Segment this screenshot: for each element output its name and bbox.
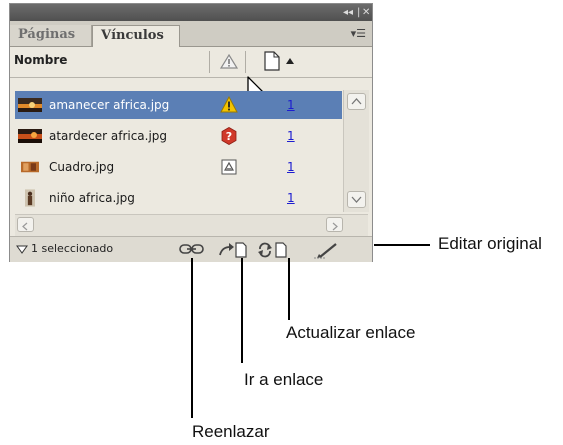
chevron-up-icon [351, 98, 362, 105]
column-header: Nombre [10, 47, 372, 78]
scroll-down-button[interactable] [347, 191, 366, 208]
callout-reenlazar: Reenlazar [192, 422, 270, 441]
link-filename: Cuadro.jpg [49, 160, 115, 174]
thumbnail-image [18, 129, 42, 143]
link-filename: niño africa.jpg [49, 191, 135, 205]
chevron-right-icon [332, 222, 338, 231]
horizontal-scrollbar[interactable] [15, 214, 368, 236]
link-filename: atardecer africa.jpg [49, 129, 168, 143]
relink-icon[interactable] [178, 241, 206, 257]
thumbnail-image [18, 98, 42, 112]
scroll-right-button[interactable] [326, 217, 343, 232]
tab-vinculos-label: Vínculos [101, 28, 164, 43]
warning-icon [220, 96, 238, 113]
sort-ascending-icon[interactable] [286, 58, 294, 64]
thumbnail-image [21, 161, 39, 173]
link-page-number[interactable]: 1 [287, 184, 295, 212]
links-panel: ◂◂ | ✕ Páginas Vínculos ▾☰ Nombre amanec… [9, 3, 373, 262]
callout-line [241, 258, 243, 363]
callout-ir-a-enlace: Ir a enlace [244, 370, 324, 389]
divider [245, 51, 246, 73]
chevron-down-icon [351, 196, 362, 203]
tab-bar: Páginas Vínculos ▾☰ [10, 21, 372, 47]
column-name-header[interactable]: Nombre [14, 53, 67, 67]
selection-count: 1 seleccionado [31, 242, 114, 255]
svg-text:?: ? [226, 130, 232, 143]
link-row[interactable]: Cuadro.jpg 1 [15, 153, 342, 181]
page-column-icon[interactable] [264, 51, 280, 71]
callout-line [374, 244, 430, 246]
callout-editar-original: Editar original [438, 234, 542, 253]
panel-menu-icon[interactable]: ▾☰ [351, 27, 366, 40]
status-column-icon[interactable] [220, 53, 238, 70]
callout-line [191, 258, 193, 418]
tab-paginas[interactable]: Páginas [10, 25, 92, 46]
callout-actualizar-enlace: Actualizar enlace [286, 323, 416, 342]
vertical-scrollbar[interactable] [343, 90, 369, 212]
link-page-number[interactable]: 1 [287, 122, 295, 150]
callout-line [288, 258, 290, 320]
thumbnail-image [25, 189, 35, 207]
link-page-number[interactable]: 1 [287, 153, 295, 181]
link-filename: amanecer africa.jpg [49, 98, 170, 112]
divider: | [357, 7, 361, 18]
disclosure-triangle-icon[interactable] [16, 245, 28, 254]
chevron-left-icon [22, 222, 28, 231]
tab-paginas-label: Páginas [18, 27, 76, 42]
collapse-icon[interactable]: ◂◂ [343, 5, 353, 20]
go-to-link-icon[interactable] [218, 241, 248, 258]
panel-titlebar: ◂◂ | ✕ [10, 4, 372, 21]
scroll-left-button[interactable] [17, 217, 34, 232]
missing-link-icon: ? [221, 127, 237, 145]
embedded-icon [221, 159, 237, 175]
scroll-up-button[interactable] [347, 93, 366, 110]
close-icon[interactable]: ✕ [362, 5, 370, 20]
update-link-icon[interactable] [257, 241, 289, 258]
link-row[interactable]: amanecer africa.jpg 1 [15, 91, 342, 119]
tab-vinculos[interactable]: Vínculos [92, 25, 180, 47]
link-page-number[interactable]: 1 [287, 91, 295, 119]
edit-original-icon[interactable] [312, 241, 342, 259]
link-row[interactable]: niño africa.jpg 1 [15, 184, 342, 212]
divider [209, 51, 210, 73]
link-row[interactable]: atardecer africa.jpg ? 1 [15, 122, 342, 150]
